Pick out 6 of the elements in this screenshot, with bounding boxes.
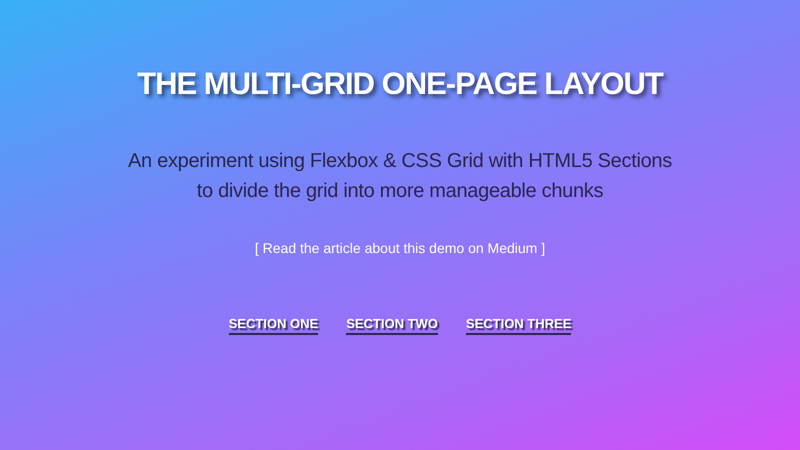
nav-link[interactable]: SECTION TWO bbox=[346, 316, 438, 335]
subtitle-text: An experiment using Flexbox & CSS Grid with HTML5 Sections to divide the grid into more manageable chunks bbox=[128, 149, 672, 204]
page-title: THE MULTI-GRID ONE-PAGE LAYOUT bbox=[137, 66, 663, 102]
nav-link[interactable]: SECTION ONE bbox=[228, 316, 318, 335]
nav-link[interactable]: SECTION THREE bbox=[466, 316, 572, 335]
article-link[interactable]: [ Read the article about this demo on Medium ] bbox=[254, 240, 546, 256]
